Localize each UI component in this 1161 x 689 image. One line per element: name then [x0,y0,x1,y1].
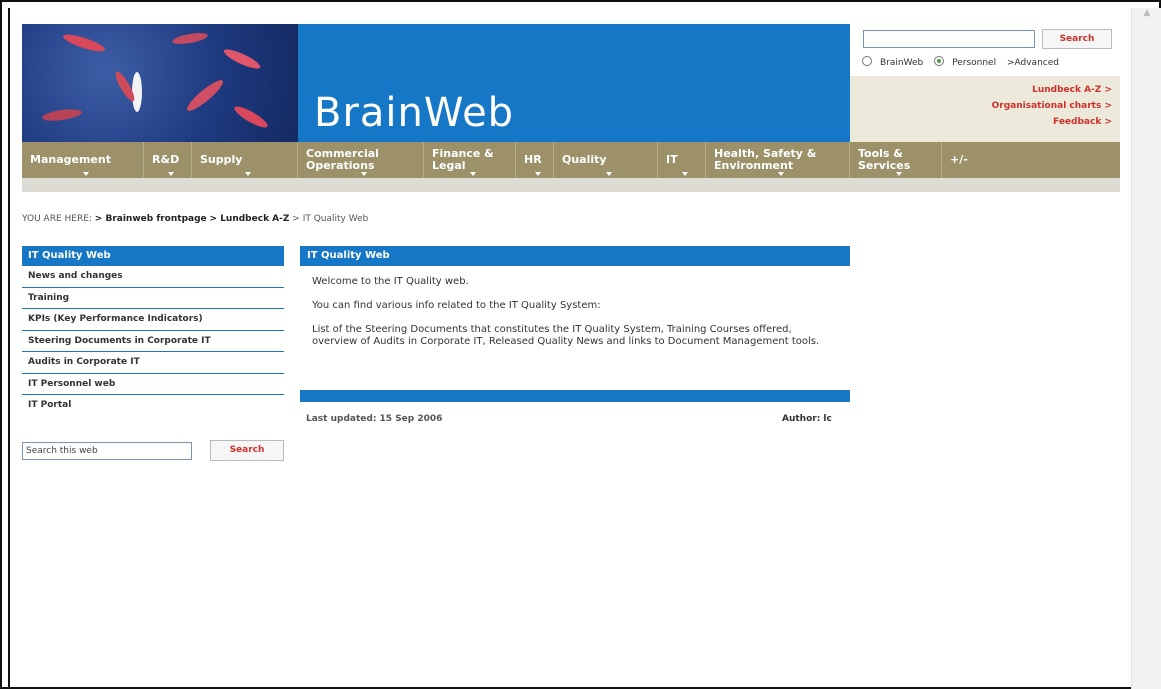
nav-finance-legal[interactable]: Finance & Legal [424,142,516,178]
nav-label: Commercial Operations [306,147,379,172]
breadcrumb-current: > IT Quality Web [292,214,369,224]
chevron-down-icon [167,172,174,176]
link-feedback[interactable]: Feedback > [850,114,1112,130]
radio-personnel[interactable] [934,56,945,66]
content-paragraph: Welcome to the IT Quality web. [312,276,469,287]
fish-shape [232,103,270,131]
page: BrainWeb Search BrainWeb Personnel >Adva… [22,24,1120,684]
chevron-down-icon [244,172,251,176]
scroll-up-icon[interactable]: ▲ [1139,8,1155,24]
fish-shape [132,72,142,112]
fish-shape [183,76,227,115]
nav-tools-services[interactable]: Tools & Services [850,142,942,178]
sidebar-title[interactable]: IT Quality Web [22,246,284,266]
breadcrumb-link-frontpage[interactable]: > Brainweb frontpage [95,214,207,224]
sidebar-item-it-portal[interactable]: IT Portal [22,395,284,417]
chevron-down-icon [82,172,89,176]
frame-edge [8,8,10,689]
nav-label: R&D [152,153,180,166]
nav-label: IT [666,153,678,166]
chevron-down-icon [895,172,902,176]
nav-label: Management [30,153,111,166]
advanced-search-link[interactable]: >Advanced [1007,58,1059,68]
sidebar-menu: News and changes Training KPIs (Key Perf… [22,266,284,417]
chevron-down-icon [605,172,612,176]
content-footer-bar [300,390,850,402]
radio-personnel-label: Personnel [952,58,997,68]
content-body: Welcome to the IT Quality web. You can f… [300,266,850,390]
nav-customize[interactable]: +/- [942,142,1120,178]
nav-rd[interactable]: R&D [144,142,192,178]
content-paragraph: You can find various info related to the… [312,300,601,311]
breadcrumb-prefix: YOU ARE HERE: [22,214,92,224]
sidebar-item-personnel-web[interactable]: IT Personnel web [22,374,284,395]
radio-brainweb-label: BrainWeb [880,58,924,68]
fish-shape [221,46,263,72]
breadcrumb: YOU ARE HERE: > Brainweb frontpage > Lun… [22,214,368,224]
sidebar-item-kpis[interactable]: KPIs (Key Performance Indicators) [22,309,284,331]
chevron-down-icon [534,172,541,176]
nav-label: Quality [562,153,607,166]
radio-brainweb[interactable] [862,56,872,66]
nav-label: HR [524,153,542,166]
sidebar-item-news[interactable]: News and changes [22,266,284,288]
nav-underbar [22,178,1120,192]
chevron-down-icon [777,172,784,176]
site-search-button[interactable]: Search [210,440,284,461]
fish-shape [41,107,83,123]
global-search-button[interactable]: Search [1042,29,1112,49]
quick-links: Lundbeck A-Z > Organisational charts > F… [850,76,1120,142]
chevron-down-icon [469,172,476,176]
nav-label: Health, Safety & Environment [714,147,817,172]
brand-logo[interactable]: BrainWeb [314,90,514,136]
site-search-input[interactable]: Search this web [22,442,192,460]
nav-commercial-operations[interactable]: Commercial Operations [298,142,424,178]
main-nav: Management R&D Supply Commercial Operati… [22,142,1120,178]
sidebar-item-steering-documents[interactable]: Steering Documents in Corporate IT [22,331,284,352]
nav-label: Supply [200,153,243,166]
nav-it[interactable]: IT [658,142,706,178]
link-lundbeck-a-z[interactable]: Lundbeck A-Z > [850,82,1112,98]
nav-label: Tools & Services [858,147,911,172]
title-band: BrainWeb [298,24,850,142]
author-link[interactable]: Author: lc [782,414,832,424]
header-photo [22,24,298,142]
content-paragraph: List of the Steering Documents that cons… [312,324,820,347]
breadcrumb-link-lundbeck-a-z[interactable]: > Lundbeck A-Z [210,214,290,224]
vertical-scrollbar[interactable]: ▲ [1131,8,1161,689]
chevron-down-icon [681,172,688,176]
nav-hr[interactable]: HR [516,142,554,178]
global-search-input[interactable] [863,30,1035,48]
sidebar-item-training[interactable]: Training [22,288,284,309]
fish-shape [171,30,209,47]
link-organisational-charts[interactable]: Organisational charts > [850,98,1112,114]
fish-shape [61,31,107,55]
nav-label: +/- [950,153,968,166]
nav-supply[interactable]: Supply [192,142,298,178]
nav-health-safety-environment[interactable]: Health, Safety & Environment [706,142,850,178]
nav-quality[interactable]: Quality [554,142,658,178]
nav-label: Finance & Legal [432,147,494,172]
search-scope: BrainWeb Personnel >Advanced [862,56,1067,68]
last-updated: Last updated: 15 Sep 2006 [306,414,443,424]
chevron-down-icon [360,172,367,176]
sidebar-item-audits[interactable]: Audits in Corporate IT [22,352,284,374]
global-search: Search BrainWeb Personnel >Advanced [850,24,1120,76]
nav-management[interactable]: Management [22,142,144,178]
content-title: IT Quality Web [300,246,850,266]
